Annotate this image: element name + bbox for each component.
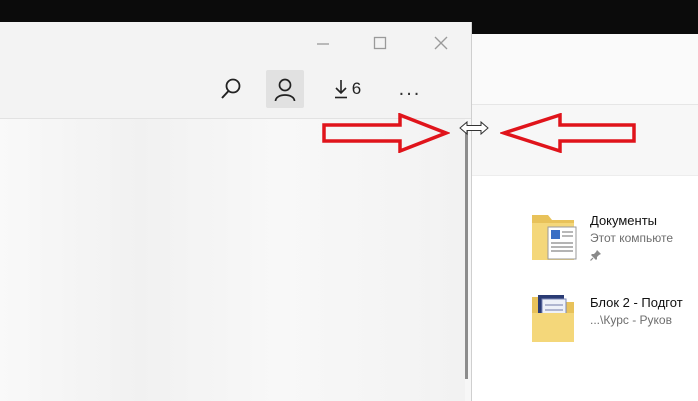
profile-icon xyxy=(274,78,296,102)
close-button[interactable] xyxy=(428,30,454,56)
quick-access-item[interactable]: Документы Этот компьюте xyxy=(530,209,698,275)
file-explorer-window: Документы Этот компьюте Блок 2 - Подгот … xyxy=(472,34,698,401)
title-bar[interactable] xyxy=(0,22,471,62)
folder-icon xyxy=(532,295,574,342)
minimize-icon xyxy=(317,43,329,45)
explorer-toolbar-band xyxy=(472,34,698,105)
item-name: Документы xyxy=(590,213,658,228)
item-location: Этот компьюте xyxy=(590,231,674,245)
resize-horizontal-cursor xyxy=(459,120,489,136)
browser-toolbar: 6 ... xyxy=(0,62,471,119)
maximize-icon xyxy=(373,36,387,50)
item-location: ...\Курс - Руков xyxy=(590,313,672,327)
page-content-area xyxy=(0,119,465,401)
pin-icon xyxy=(590,250,601,261)
downloads-count: 6 xyxy=(351,79,362,98)
profile-button[interactable] xyxy=(266,70,304,108)
documents-folder-icon xyxy=(532,215,577,260)
minimize-button[interactable] xyxy=(310,30,336,56)
annotation-arrow-right xyxy=(322,113,450,153)
downloads-button[interactable]: 6 xyxy=(326,72,368,106)
window-edge-scrollbar[interactable] xyxy=(465,127,468,379)
search-button[interactable] xyxy=(216,74,246,104)
maximize-button[interactable] xyxy=(367,30,393,56)
more-options-button[interactable]: ... xyxy=(390,72,430,106)
browser-window: 6 ... xyxy=(0,22,472,401)
annotation-arrow-left xyxy=(500,113,636,153)
item-name: Блок 2 - Подгот xyxy=(590,295,683,310)
download-arrow-icon xyxy=(334,80,347,99)
quick-access-item[interactable]: Блок 2 - Подгот ...\Курс - Руков xyxy=(530,291,698,357)
close-icon xyxy=(434,36,448,50)
search-icon xyxy=(221,78,241,99)
